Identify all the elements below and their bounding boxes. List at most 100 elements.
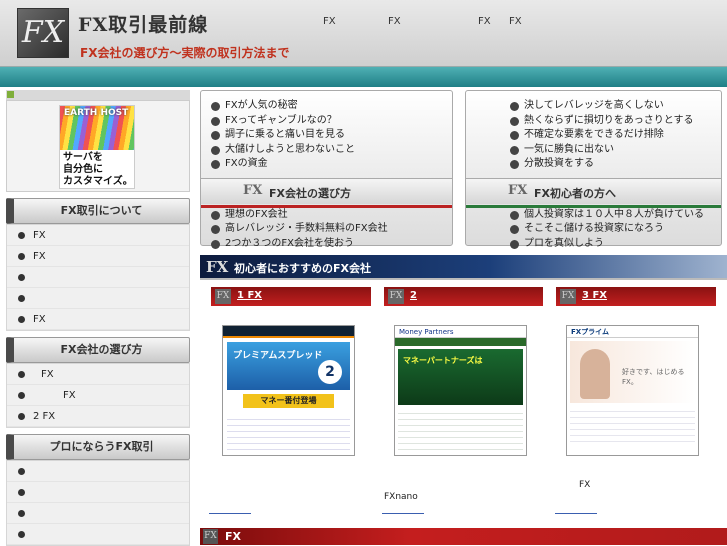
- green-square-icon: [7, 91, 14, 98]
- rank-bar-3[interactable]: FX 3 FX: [556, 287, 716, 306]
- rank-label[interactable]: 2: [410, 290, 417, 301]
- rank-label[interactable]: 1 FX: [237, 290, 262, 301]
- beginners-link[interactable]: プロを真似しよう: [510, 237, 721, 252]
- ad-brand: EARTH HOST: [64, 108, 129, 118]
- shot-header: [223, 326, 354, 338]
- basics-list: FXが人気の秘密 FXってギャンブルなの？ 調子に乗ると痛い目を見る 大儲けしよ…: [201, 99, 452, 172]
- ad-copy-line: カスタマイズ。: [63, 176, 133, 187]
- info-box-beginner-tips: 決してレバレッジを高くしない 熱くならずに損切りをあっさりとする 不確定な要素を…: [465, 90, 722, 249]
- ad-copy: サーバを 自分色に カスタマイズ。: [63, 152, 133, 188]
- fx-logo-icon: FX: [206, 258, 229, 276]
- header-nav-link-1[interactable]: FX: [323, 16, 336, 27]
- sidebar-link[interactable]: 2 FX: [7, 406, 189, 427]
- sidebar-ad: EARTH HOST サーバを 自分色に カスタマイズ。: [6, 100, 190, 192]
- beginners-link[interactable]: そこそこ儲ける投資家になろう: [510, 222, 721, 237]
- sidebar-link-label: 2 FX: [33, 411, 56, 422]
- basics-link[interactable]: FXが人気の秘密: [211, 99, 452, 114]
- sidebar-link[interactable]: FX: [7, 385, 189, 406]
- header-nav-link-3[interactable]: FX: [478, 16, 491, 27]
- sidebar: EARTH HOST サーバを 自分色に カスタマイズ。 FX取引について FX…: [6, 90, 190, 546]
- shot-tagline: 好きです、はじめるFX。: [622, 368, 685, 386]
- sidebar-list-company-choice: FX FX 2 FX: [6, 363, 190, 428]
- sidebar-link[interactable]: [7, 461, 189, 482]
- company-choice-link[interactable]: 高レバレッジ・手数料無料のFX会社: [211, 222, 452, 237]
- sidebar-link-label: FX: [41, 369, 54, 380]
- site-subtitle: FX会社の選び方〜実際の取引方法まで: [80, 46, 290, 60]
- sidebar-list-pro-trading: [6, 460, 190, 546]
- header-nav-link-2[interactable]: FX: [388, 16, 401, 27]
- person-image: [580, 349, 610, 399]
- basics-link[interactable]: FXの資金: [211, 157, 452, 172]
- basics-link[interactable]: FXってギャンブルなの？: [211, 114, 452, 129]
- site-logo[interactable]: FX: [17, 8, 69, 58]
- sidebar-link[interactable]: FX: [7, 246, 189, 267]
- bottom-section-title: FX: [225, 530, 241, 543]
- sidebar-heading-company-choice: FX会社の選び方: [6, 337, 190, 363]
- ad-copy-line: サーバを: [63, 152, 103, 163]
- sidebar-link[interactable]: [7, 288, 189, 309]
- rank-bar-1[interactable]: FX 1 FX: [211, 287, 371, 306]
- shot-content-lines: [227, 414, 350, 454]
- shot-promo: プレミアムスプレッド 2: [227, 342, 350, 390]
- rank-bar-2[interactable]: FX 2: [384, 287, 543, 306]
- sidebar-link[interactable]: FX: [7, 225, 189, 246]
- shot-badge: 2: [318, 360, 342, 384]
- broker-link-underline-1[interactable]: [209, 513, 251, 514]
- band-title: FX会社の選び方: [269, 186, 351, 200]
- tips-link[interactable]: 分散投資をする: [510, 157, 721, 172]
- company-choice-link[interactable]: 2つか３つのFX会社を使おう: [211, 237, 452, 252]
- sidebar-link[interactable]: FX: [7, 364, 189, 385]
- shot-logo: FXプライム: [567, 326, 698, 338]
- sidebar-link-label: FX: [33, 230, 46, 241]
- site-header: FX FX取引最前線 FX会社の選び方〜実際の取引方法まで FX FX FX F…: [0, 0, 727, 67]
- basics-link[interactable]: 調子に乗ると痛い目を見る: [211, 128, 452, 143]
- sidebar-link[interactable]: [7, 503, 189, 524]
- shot-nav: [395, 338, 526, 346]
- site-title[interactable]: FX取引最前線: [78, 10, 208, 37]
- shot-banner: マネー番付登場: [243, 394, 334, 408]
- sidebar-link[interactable]: [7, 267, 189, 288]
- company-choice-link[interactable]: 理想のFX会社: [211, 208, 452, 223]
- basics-link[interactable]: 大儲けしようと思わないこと: [211, 143, 452, 158]
- tips-list: 決してレバレッジを高くしない 熱くならずに損切りをあっさりとする 不確定な要素を…: [466, 99, 721, 172]
- recommend-title: 初心者におすすめのFX会社: [234, 262, 371, 275]
- sidebar-link[interactable]: [7, 524, 189, 545]
- shot-content-lines: [570, 406, 695, 446]
- sidebar-link[interactable]: FX: [7, 309, 189, 330]
- tips-link[interactable]: 一気に勝負に出ない: [510, 143, 721, 158]
- tips-link[interactable]: 不確定な要素をできるだけ排除: [510, 128, 721, 143]
- shot-promo: 好きです、はじめるFX。: [570, 341, 695, 403]
- shot-logo: Money Partners: [395, 326, 526, 338]
- rank-label[interactable]: 3 FX: [582, 290, 607, 301]
- broker-link-underline-2[interactable]: [382, 513, 424, 514]
- broker-screenshot-1[interactable]: プレミアムスプレッド 2 マネー番付登場: [222, 325, 355, 456]
- sidebar-link-label: FX: [33, 251, 46, 262]
- sidebar-heading-fx-about: FX取引について: [6, 198, 190, 224]
- broker-screenshot-3[interactable]: FXプライム 好きです、はじめるFX。: [566, 325, 699, 456]
- shot-promo-text: プレミアムスプレッド: [233, 351, 323, 361]
- shot-promo-text: マネーパートナーズは: [403, 356, 483, 365]
- sidebar-heading-pro-trading: プロにならうFX取引: [6, 434, 190, 460]
- fx-logo-icon: FX: [508, 182, 528, 198]
- tips-link[interactable]: 決してレバレッジを高くしない: [510, 99, 721, 114]
- fx-logo-icon: FX: [215, 289, 231, 304]
- beginners-link[interactable]: 個人投資家は１０人中８人が負けている: [510, 208, 721, 223]
- company-choice-list: 理想のFX会社 高レバレッジ・手数料無料のFX会社 2つか３つのFX会社を使おう: [201, 208, 452, 252]
- tips-link[interactable]: 熱くならずに損切りをあっさりとする: [510, 114, 721, 129]
- sidebar-link-label: FX: [33, 314, 46, 325]
- header-divider-bar: [0, 67, 727, 87]
- band-beginners: FX FX初心者の方へ: [466, 177, 721, 208]
- ad-banner[interactable]: EARTH HOST サーバを 自分色に カスタマイズ。: [59, 105, 135, 189]
- ad-copy-line: 自分色に: [63, 164, 103, 175]
- bottom-section-bar: FX FX: [200, 528, 727, 545]
- sidebar-link[interactable]: [7, 482, 189, 503]
- broker-link-underline-3[interactable]: [555, 513, 597, 514]
- header-nav-link-4[interactable]: FX: [509, 16, 522, 27]
- shot-content-lines: [398, 408, 523, 454]
- band-title: FX初心者の方へ: [534, 186, 616, 200]
- sidebar-link-label: FX: [63, 390, 76, 401]
- fx-logo-icon: FX: [560, 289, 576, 304]
- broker-screenshot-2[interactable]: Money Partners マネーパートナーズは: [394, 325, 527, 456]
- sidebar-top-strip: [6, 90, 190, 100]
- beginners-list: 個人投資家は１０人中８人が負けている そこそこ儲ける投資家になろう プロを真似し…: [466, 208, 721, 252]
